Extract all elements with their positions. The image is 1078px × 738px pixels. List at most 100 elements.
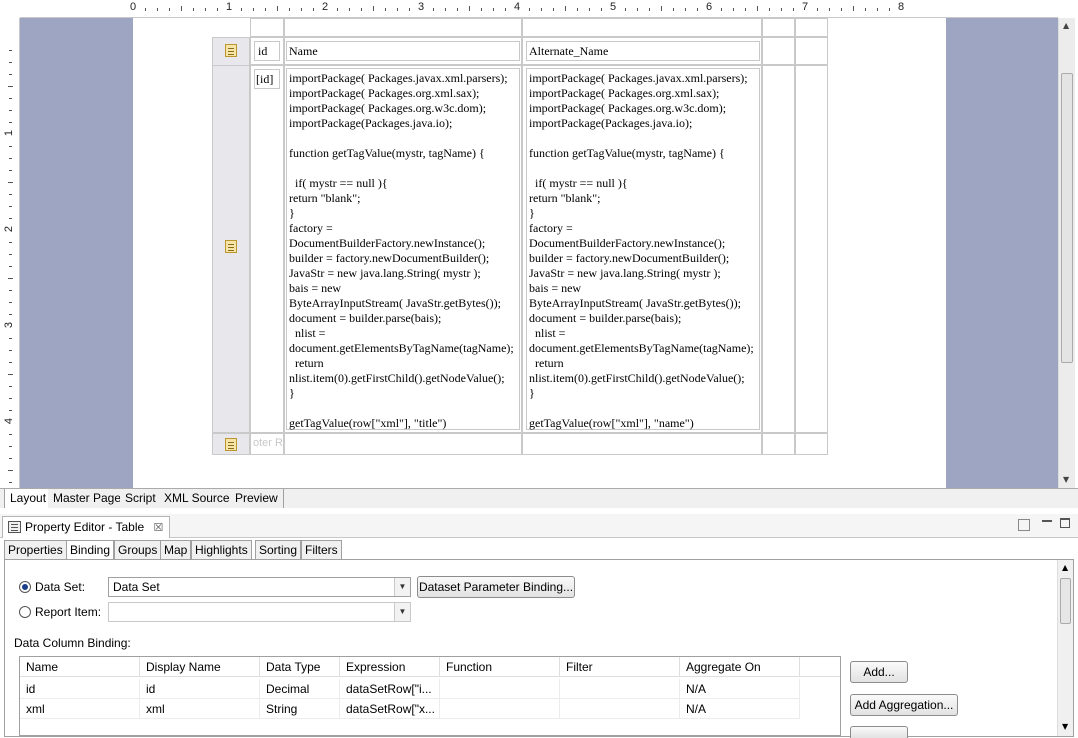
table-cell[interactable]: dataSetRow["x... [340,699,440,719]
name-expression-code: importPackage( Packages.javax.xml.parser… [289,71,514,430]
scroll-down-icon[interactable]: ▼ [1062,722,1068,731]
table-cell[interactable] [440,679,560,699]
close-icon[interactable]: ☒ [154,522,164,534]
ruler-tick [697,8,698,11]
add-aggregation-button[interactable]: Add Aggregation... [850,694,958,716]
detail-cell[interactable] [795,65,828,433]
table-cell[interactable] [560,679,680,699]
table-cell[interactable]: xml [140,699,260,719]
footer-cell[interactable] [795,433,828,455]
report-table[interactable]: id Name Alternate_Name [id] importPackag… [212,18,828,458]
chevron-down-icon[interactable]: ▼ [394,603,410,621]
column-header-name[interactable]: Name [20,657,140,677]
tab-layout[interactable]: Layout [4,489,53,508]
header-label-box[interactable]: id [254,41,280,61]
scroll-down-icon[interactable]: ▼ [1063,475,1069,484]
column-header-filter[interactable]: Filter [560,657,680,677]
footer-cell[interactable]: oter R [250,433,284,455]
ruler-number: 3 [3,321,16,329]
chevron-down-icon[interactable]: ▼ [394,578,410,596]
table-column-handle[interactable] [522,18,762,37]
table-column-handle[interactable] [762,18,795,37]
ruler-tick [397,8,398,11]
ruler-tick [721,8,722,11]
subtab-groups[interactable]: Groups [114,540,162,560]
tab-preview[interactable]: Preview [230,489,284,508]
detail-cell[interactable]: importPackage( Packages.javax.xml.parser… [522,65,762,433]
scroll-up-icon[interactable]: ▲ [1062,563,1068,572]
footer-row-handle[interactable] [212,433,250,455]
scrollbar-thumb[interactable] [1061,73,1073,363]
ruler-tick [8,374,13,375]
alternate-name-expression-box[interactable]: importPackage( Packages.javax.xml.parser… [526,68,760,430]
table-column-handle[interactable] [795,18,828,37]
property-vertical-scrollbar[interactable]: ▲ ▼ [1057,560,1073,736]
header-label-box[interactable]: Name [286,41,520,61]
edit-button[interactable] [850,726,908,738]
ruler-number: 6 [706,1,713,13]
ruler-tick [685,8,686,11]
column-header-expression[interactable]: Expression [340,657,440,677]
tab-master-page[interactable]: Master Page [48,489,128,508]
name-expression-box[interactable]: importPackage( Packages.javax.xml.parser… [286,68,520,430]
table-cell[interactable]: id [140,679,260,699]
subtab-filters[interactable]: Filters [301,540,342,560]
tab-xml-source[interactable]: XML Source [159,489,236,508]
subtab-properties[interactable]: Properties [4,540,67,560]
column-header-display-name[interactable]: Display Name [140,657,260,677]
view-menu-icon[interactable] [1018,519,1030,531]
column-header-aggregate-on[interactable]: Aggregate On [680,657,800,677]
editor-vertical-scrollbar[interactable]: ▲ ▼ [1058,18,1075,488]
data-set-combo[interactable]: Data Set ▼ [108,577,411,597]
table-cell[interactable]: Decimal [260,679,340,699]
detail-cell[interactable] [762,65,795,433]
tab-script[interactable]: Script [120,489,162,508]
report-item-combo[interactable]: ▼ [108,602,411,622]
ruler-tick [589,8,590,11]
header-cell[interactable]: Name [284,37,522,65]
header-cell[interactable] [795,37,828,65]
header-label-box[interactable]: Alternate_Name [526,41,760,61]
subtab-highlights[interactable]: Highlights [191,540,252,560]
ruler-tick [649,8,650,11]
data-column-binding-table[interactable]: Name Display Name Data Type Expression F… [19,656,841,736]
table-cell[interactable]: xml [20,699,140,719]
table-cell[interactable]: String [260,699,340,719]
header-cell[interactable] [762,37,795,65]
table-cell[interactable] [560,699,680,719]
detail-id-box[interactable]: [id] [254,69,280,89]
minimize-icon[interactable] [1042,520,1052,522]
footer-cell[interactable] [522,433,762,455]
footer-cell[interactable] [284,433,522,455]
header-cell[interactable]: Alternate_Name [522,37,762,65]
table-cell[interactable] [440,699,560,719]
dataset-parameter-binding-button[interactable]: Dataset Parameter Binding... [417,576,575,598]
detail-cell[interactable]: [id] [250,65,284,433]
column-header-data-type[interactable]: Data Type [260,657,340,677]
add-button[interactable]: Add... [850,661,908,683]
scroll-up-icon[interactable]: ▲ [1063,21,1069,30]
report-item-radio[interactable] [19,606,31,618]
scrollbar-thumb[interactable] [1060,578,1071,624]
detail-cell[interactable]: importPackage( Packages.javax.xml.parser… [284,65,522,433]
ruler-tick [157,8,158,11]
table-column-handle[interactable] [284,18,522,37]
property-editor-view: Property Editor - Table ☒ Properties Bin… [0,514,1078,738]
subtab-binding[interactable]: Binding [66,540,115,560]
footer-cell[interactable] [762,433,795,455]
table-cell[interactable]: id [20,679,140,699]
table-cell[interactable]: dataSetRow["i... [340,679,440,699]
property-editor-tab[interactable]: Property Editor - Table ☒ [2,516,171,538]
detail-row-handle[interactable] [212,65,250,433]
table-column-handle[interactable] [250,18,284,37]
table-cell[interactable]: N/A [680,699,800,719]
table-cell[interactable]: N/A [680,679,800,699]
subtab-map[interactable]: Map [160,540,192,560]
subtab-sorting[interactable]: Sorting [255,540,302,560]
column-header-function[interactable]: Function [440,657,560,677]
data-set-label: Data Set: [35,580,86,594]
maximize-icon[interactable] [1060,518,1070,528]
ruler-tick [277,6,278,11]
data-set-radio[interactable] [19,581,31,593]
header-cell[interactable]: id [250,37,284,65]
